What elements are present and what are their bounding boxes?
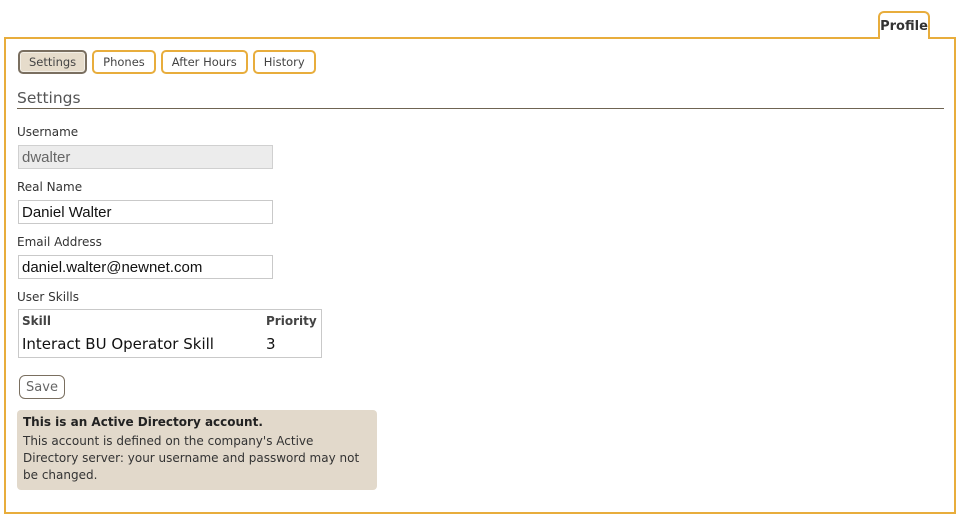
subtab-history[interactable]: History: [252, 50, 316, 74]
save-button[interactable]: Save: [19, 375, 65, 399]
subtab-phones[interactable]: Phones: [92, 50, 156, 74]
email-field[interactable]: [18, 255, 273, 279]
notice-title: This is an Active Directory account.: [23, 415, 263, 429]
username-field[interactable]: [18, 145, 273, 169]
subtab-settings[interactable]: Settings: [18, 50, 88, 74]
real-name-label: Real Name: [17, 180, 83, 194]
subtab-after-hours[interactable]: After Hours: [160, 50, 248, 74]
section-title: Settings: [17, 89, 81, 107]
skill-name: Interact BU Operator Skill: [22, 335, 214, 353]
skill-column-header: Skill: [22, 314, 51, 328]
subtab-bar: Settings Phones After Hours History: [18, 50, 321, 74]
notice-body: This account is defined on the company's…: [23, 434, 360, 482]
user-skills-label: User Skills: [17, 290, 79, 304]
email-label: Email Address: [17, 235, 102, 249]
user-skills-table: Skill Priority Interact BU Operator Skil…: [18, 309, 322, 358]
active-directory-notice: This is an Active Directory account. Thi…: [17, 410, 377, 490]
real-name-field[interactable]: [18, 200, 273, 224]
username-label: Username: [17, 125, 79, 139]
profile-panel: Settings Phones After Hours History Sett…: [4, 37, 956, 514]
section-divider: [17, 108, 944, 109]
priority-column-header: Priority: [266, 314, 317, 328]
tab-profile[interactable]: Profile: [878, 11, 930, 39]
skill-priority: 3: [266, 335, 276, 353]
